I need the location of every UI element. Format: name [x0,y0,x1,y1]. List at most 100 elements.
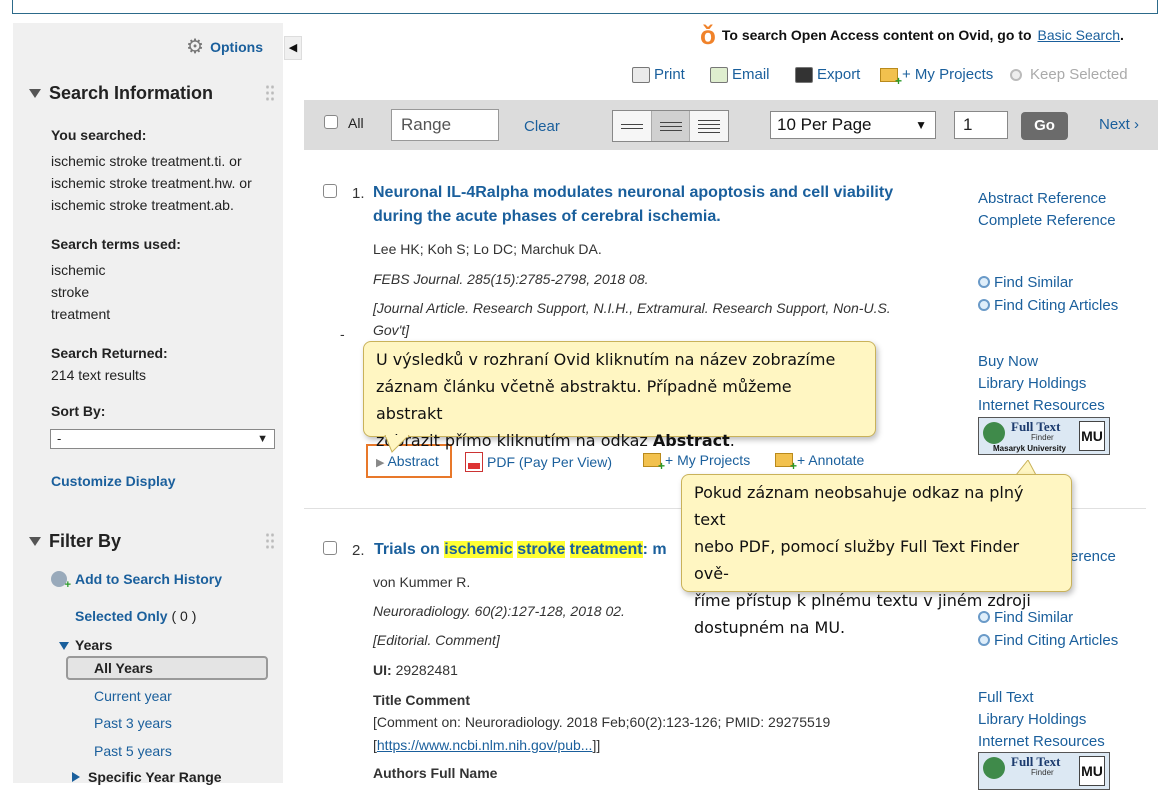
internet-resources-link[interactable]: Internet Resources [978,397,1105,414]
year-option-all[interactable]: All Years [66,656,268,680]
add-history-icon [51,571,71,591]
clear-button[interactable]: Clear [524,118,560,135]
pubtype-line: [Journal Article. Research Support, N.I.… [373,300,891,316]
callout-line: dostupném na MU. [694,618,846,637]
selected-only-link[interactable]: Selected Only ( 0 ) [75,608,196,624]
title-comment-label: Title Comment [373,692,470,708]
my-projects-button[interactable]: + My Projects [880,66,994,88]
full-text-link[interactable]: Full Text [978,689,1034,706]
per-page-select[interactable]: 10 Per Page ▼ [770,111,936,139]
ui-label: UI: [373,662,392,678]
search-returned-label: Search Returned: [51,345,168,361]
print-button[interactable]: Print [632,66,685,83]
customize-display-link[interactable]: Customize Display [51,473,175,489]
callout-bold: Abstract [652,431,730,450]
annotate-link[interactable]: + Annotate [775,452,865,473]
find-citing-link[interactable]: Find Citing Articles [978,297,1118,314]
abstract-reference-link-partial[interactable]: erence [1070,548,1116,565]
annotate-label: + Annotate [797,452,865,468]
view-compact-button[interactable] [613,111,652,141]
record-my-projects-label: + My Projects [665,452,751,468]
years-toggle[interactable]: Years [59,637,112,653]
record-title-line: Neuronal IL-4Ralpha modulates neuronal a… [373,184,894,201]
filter-by-header[interactable]: Filter By [29,531,121,552]
search-info-header[interactable]: Search Information [29,83,213,104]
record-dash: - [340,326,345,342]
ui-value: 29282481 [395,662,458,678]
specific-year-range-toggle[interactable]: Specific Year Range [72,769,222,785]
comment-end: ] [592,737,597,753]
year-option-past-5[interactable]: Past 5 years [94,743,172,759]
go-button[interactable]: Go [1021,112,1068,140]
full-text-finder-badge[interactable]: Full Text Finder MU [978,752,1110,790]
record-title-link[interactable]: Trials on ischemic stroke treatment: m [374,538,667,562]
mu-logo-icon: MU [1079,421,1105,451]
callout-line: zobrazit přímo kliknutím na odkaz Abstra… [376,427,863,454]
my-projects-label: + My Projects [902,66,994,83]
tooltip-full-text-finder-callout: Pokud záznam neobsahuje odkaz na plný te… [681,474,1072,637]
export-icon [795,66,813,83]
you-searched-label: You searched: [51,127,147,143]
ftf-line3: Masaryk University [993,444,1066,453]
title-comment-text: [Comment on: Neuroradiology. 2018 Feb;60… [373,714,831,730]
keep-selected-icon [1010,68,1022,81]
basic-search-link[interactable]: Basic Search [1038,27,1120,43]
print-label: Print [654,66,685,83]
callout-line: nebo PDF, pomocí služby Full Text Finder… [694,537,1020,583]
standard-lines-icon [659,119,682,134]
export-button[interactable]: Export [795,66,860,83]
record-pubtype: [Journal Article. Research Support, N.I.… [373,297,891,341]
record-title-link[interactable]: Neuronal IL-4Ralpha modulates neuronal a… [373,181,893,229]
drag-handle-icon[interactable] [265,84,275,102]
selected-count: ( 0 ) [171,608,197,624]
collapse-sidebar-button[interactable]: ◀ [284,36,302,60]
find-similar-link[interactable]: Find Similar [978,274,1073,291]
title-comment-link-line: [https://www.ncbi.nlm.nih.gov/pub...]] [373,737,601,753]
add-history-label: Add to Search History [75,571,223,587]
record-checkbox[interactable] [323,184,337,198]
callout-line: záznam článku včetně abstraktu. Případně… [376,377,792,423]
full-text-finder-badge[interactable]: Full Text Finder Masaryk University MU [978,417,1110,455]
complete-reference-link[interactable]: Complete Reference [978,212,1116,229]
view-standard-button[interactable] [651,111,691,141]
callout-line: U výsledků v rozhraní Ovid kliknutím na … [376,350,836,369]
callout-end: . [729,431,735,450]
record-checkbox[interactable] [323,541,337,555]
add-to-search-history-link[interactable]: Add to Search History [51,571,223,591]
selected-only-label: Selected Only [75,608,168,624]
play-triangle-icon: ▶ [376,457,385,469]
keep-selected-button[interactable]: Keep Selected [1010,66,1128,83]
record-number: 1. [352,185,365,202]
buy-now-link[interactable]: Buy Now [978,353,1038,370]
next-page-link[interactable]: Next › [1099,116,1139,133]
record-my-projects-link[interactable]: + My Projects [643,452,751,473]
email-icon [710,66,728,83]
library-holdings-link[interactable]: Library Holdings [978,375,1086,392]
year-option-current[interactable]: Current year [94,688,172,704]
range-input[interactable]: Range [391,109,499,141]
ftf-logo-icon [983,757,1005,779]
email-label: Email [732,66,770,83]
oa-end: . [1119,27,1124,43]
internet-resources-link[interactable]: Internet Resources [978,733,1105,750]
page-number-input[interactable]: 1 [954,111,1008,139]
view-density-toggle [612,110,729,142]
pdf-link[interactable]: PDF (Pay Per View) [465,452,612,472]
select-all-checkbox[interactable] [324,115,338,129]
find-similar-label: Find Similar [994,274,1074,291]
expand-triangle-icon [72,772,80,782]
mu-logo-icon: MU [1079,756,1105,786]
year-option-past-3[interactable]: Past 3 years [94,715,172,731]
abstract-reference-link[interactable]: Abstract Reference [978,190,1106,207]
drag-handle-icon[interactable] [265,532,275,550]
view-expanded-button[interactable] [690,111,728,141]
options-button[interactable]: ⚙ Options [186,37,263,57]
email-button[interactable]: Email [710,66,770,83]
library-holdings-link[interactable]: Library Holdings [978,711,1086,728]
expanded-lines-icon [698,117,721,136]
filter-by-title: Filter By [49,531,122,551]
pubmed-link[interactable]: https://www.ncbi.nlm.nih.gov/pub... [377,737,593,753]
you-searched-line: ischemic stroke treatment.hw. or [51,175,252,191]
sort-by-select[interactable]: - ▼ [50,429,275,449]
highlight-term: ischemic [444,541,513,558]
